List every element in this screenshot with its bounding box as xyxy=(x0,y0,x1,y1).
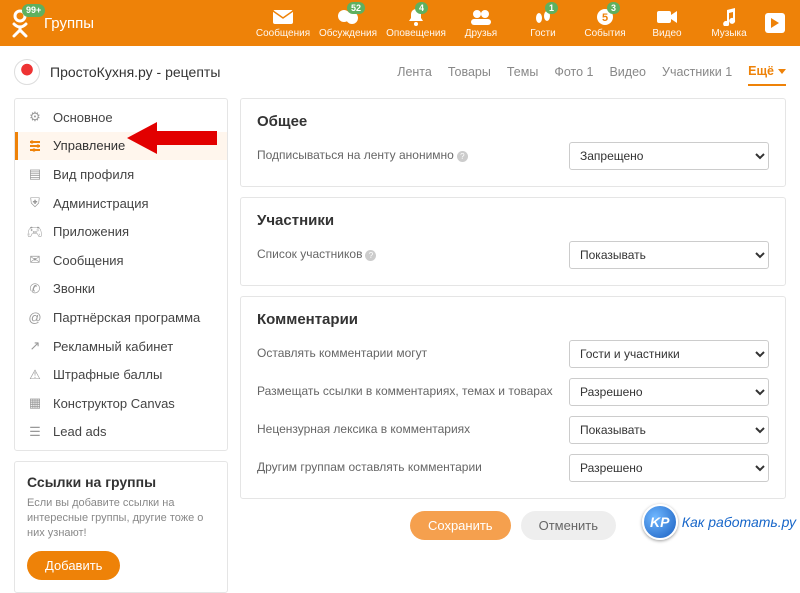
tab-members[interactable]: Участники 1 xyxy=(662,59,732,85)
tab-video[interactable]: Видео xyxy=(609,59,646,85)
sidebar-item-partner[interactable]: @Партнёрская программа xyxy=(15,303,227,332)
sidebar-item-main[interactable]: ⚙Основное xyxy=(15,103,227,132)
links-in-comments-label: Размещать ссылки в комментариях, темах и… xyxy=(257,384,569,400)
sidebar-item-apps[interactable]: 🎮︎Приложения xyxy=(15,217,227,246)
members-title: Участники xyxy=(257,212,769,229)
sidebar-item-ads[interactable]: ↗Рекламный кабинет xyxy=(15,332,227,361)
ok-logo-icon: 99+ xyxy=(10,8,32,38)
general-title: Общее xyxy=(257,113,769,130)
logo-area[interactable]: 99+ Группы xyxy=(0,0,108,46)
nav-messages[interactable]: Сообщения xyxy=(252,0,314,46)
section-general: Общее Подписываться на ленту анонимно? З… xyxy=(240,98,786,187)
nav-music[interactable]: Музыка xyxy=(698,0,760,46)
subheader: ПростоКухня.ру - рецепты Лента Товары Те… xyxy=(0,46,800,94)
sidebar-item-lead-ads[interactable]: ☰Lead ads xyxy=(15,418,227,447)
members-list-label: Список участников? xyxy=(257,247,569,263)
tab-more[interactable]: Ещё xyxy=(748,58,786,86)
alerts-count: 4 xyxy=(415,2,428,14)
gear-icon: ⚙ xyxy=(27,109,43,125)
chevron-down-icon xyxy=(778,69,786,74)
events-count: 3 xyxy=(607,2,620,14)
watermark-text: Как работать.ру xyxy=(682,514,796,530)
logo-badge: 99+ xyxy=(22,4,45,17)
comments-title: Комментарии xyxy=(257,311,769,328)
watermark: KP Как работать.ру xyxy=(642,504,796,540)
group-title[interactable]: ПростоКухня.ру - рецепты xyxy=(50,64,220,80)
sidebar-item-messages[interactable]: ✉Сообщения xyxy=(15,246,227,275)
row-profanity: Нецензурная лексика в комментариях Показ… xyxy=(257,416,769,444)
play-icon xyxy=(765,13,785,33)
controller-icon: 🎮︎ xyxy=(27,224,43,240)
save-button[interactable]: Сохранить xyxy=(410,511,511,540)
watermark-badge: KP xyxy=(642,504,678,540)
list-icon: ☰ xyxy=(27,424,43,440)
other-groups-label: Другим группам оставлять комментарии xyxy=(257,460,569,476)
row-other-groups: Другим группам оставлять комментарии Раз… xyxy=(257,454,769,482)
arrow-up-right-icon: ↗ xyxy=(27,338,43,354)
at-icon: @ xyxy=(27,309,43,325)
music-note-icon xyxy=(718,8,740,26)
other-groups-select[interactable]: Разрешено xyxy=(569,454,769,482)
cancel-button[interactable]: Отменить xyxy=(521,511,616,540)
guests-count: 1 xyxy=(545,2,558,14)
who-comments-label: Оставлять комментарии могут xyxy=(257,346,569,362)
header-section-label[interactable]: Группы xyxy=(44,15,94,32)
sidebar-item-admin[interactable]: ⛨Администрация xyxy=(15,189,227,218)
sidebar-item-profile-view[interactable]: ▤Вид профиля xyxy=(15,160,227,189)
section-members: Участники Список участников? Показывать xyxy=(240,197,786,286)
nav-friends[interactable]: Друзья xyxy=(450,0,512,46)
nav-discussions[interactable]: 52 Обсуждения xyxy=(314,0,382,46)
nav-guests[interactable]: 1 Гости xyxy=(512,0,574,46)
envelope-icon: ✉ xyxy=(27,252,43,268)
anon-subscribe-select[interactable]: Запрещено xyxy=(569,142,769,170)
sidebar-item-management[interactable]: Управление xyxy=(15,132,227,161)
svg-text:5: 5 xyxy=(602,12,608,24)
help-icon[interactable]: ? xyxy=(457,151,468,162)
row-who-comments: Оставлять комментарии могут Гости и учас… xyxy=(257,340,769,368)
phone-icon: ✆ xyxy=(27,281,43,297)
who-comments-select[interactable]: Гости и участники xyxy=(569,340,769,368)
tab-photos[interactable]: Фото 1 xyxy=(554,59,593,85)
row-links-in-comments: Размещать ссылки в комментариях, темах и… xyxy=(257,378,769,406)
row-members-list: Список участников? Показывать xyxy=(257,241,769,269)
section-comments: Комментарии Оставлять комментарии могут … xyxy=(240,296,786,499)
add-link-button[interactable]: Добавить xyxy=(27,551,120,580)
row-anon-subscribe: Подписываться на ленту анонимно? Запреще… xyxy=(257,142,769,170)
nav-video[interactable]: Видео xyxy=(636,0,698,46)
links-in-comments-select[interactable]: Разрешено xyxy=(569,378,769,406)
profanity-label: Нецензурная лексика в комментариях xyxy=(257,422,569,438)
camera-icon xyxy=(656,8,678,26)
warning-icon: ⚠ xyxy=(27,367,43,383)
nav-play[interactable] xyxy=(760,0,790,46)
tab-feed[interactable]: Лента xyxy=(397,59,432,85)
members-list-select[interactable]: Показывать xyxy=(569,241,769,269)
top-nav: Сообщения 52 Обсуждения 4 Оповещения Дру… xyxy=(252,0,790,46)
tab-products[interactable]: Товары xyxy=(448,59,491,85)
sidebar-item-calls[interactable]: ✆Звонки xyxy=(15,275,227,304)
nav-events[interactable]: 5 3 События xyxy=(574,0,636,46)
grid-icon: ▦ xyxy=(27,395,43,411)
top-bar: 99+ Группы Сообщения 52 Обсуждения 4 Опо… xyxy=(0,0,800,46)
sidebar-item-canvas[interactable]: ▦Конструктор Canvas xyxy=(15,389,227,418)
discussions-count: 52 xyxy=(347,2,365,14)
shield-icon: ⛨ xyxy=(27,195,43,211)
help-icon[interactable]: ? xyxy=(365,250,376,261)
links-desc: Если вы добавите ссылки на интересные гр… xyxy=(27,496,215,541)
sidebar-menu: ⚙Основное Управление ▤Вид профиля ⛨Админ… xyxy=(14,98,228,451)
document-icon: ▤ xyxy=(27,166,43,182)
people-icon xyxy=(470,8,492,26)
sidebar-item-penalty[interactable]: ⚠Штрафные баллы xyxy=(15,360,227,389)
sliders-icon xyxy=(27,138,43,154)
nav-alerts[interactable]: 4 Оповещения xyxy=(382,0,450,46)
tab-topics[interactable]: Темы xyxy=(507,59,538,85)
links-panel: Ссылки на группы Если вы добавите ссылки… xyxy=(14,461,228,593)
anon-subscribe-label: Подписываться на ленту анонимно? xyxy=(257,148,569,164)
envelope-icon xyxy=(272,8,294,26)
sidebar: ⚙Основное Управление ▤Вид профиля ⛨Админ… xyxy=(14,98,228,593)
links-title: Ссылки на группы xyxy=(27,474,215,490)
group-avatar[interactable] xyxy=(14,59,40,85)
section-tabs: Лента Товары Темы Фото 1 Видео Участники… xyxy=(397,58,786,86)
profanity-select[interactable]: Показывать xyxy=(569,416,769,444)
main-content: Общее Подписываться на ленту анонимно? З… xyxy=(240,98,786,546)
